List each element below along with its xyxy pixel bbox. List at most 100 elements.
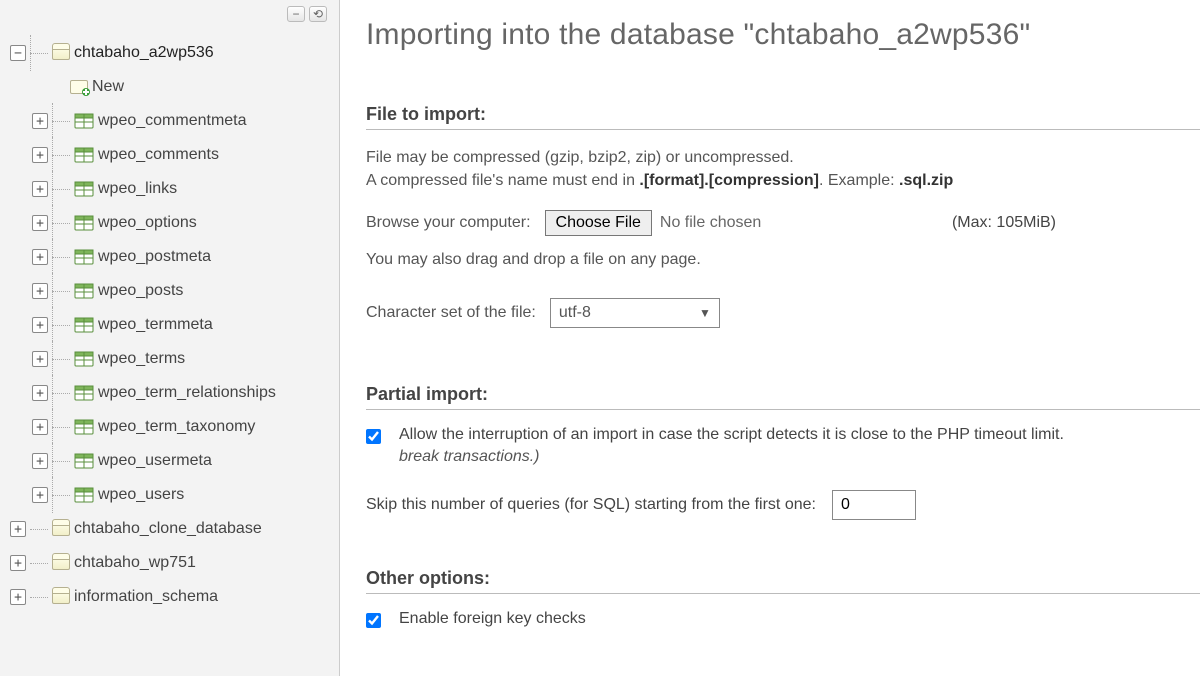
section-other-heading: Other options: bbox=[366, 568, 1200, 594]
expander-plus-icon[interactable]: + bbox=[32, 385, 48, 401]
database-icon bbox=[52, 556, 70, 570]
tree-line-icon bbox=[52, 453, 70, 469]
charset-value: utf-8 bbox=[559, 304, 591, 322]
skip-label: Skip this number of queries (for SQL) st… bbox=[366, 496, 816, 514]
dragdrop-text: You may also drag and drop a file on any… bbox=[366, 248, 1200, 271]
tree-table-label: wpeo_postmeta bbox=[98, 248, 211, 266]
expander-plus-icon[interactable]: + bbox=[32, 487, 48, 503]
expander-plus-icon[interactable]: + bbox=[32, 419, 48, 435]
new-table-icon bbox=[70, 80, 88, 94]
table-icon bbox=[74, 112, 94, 130]
tree-line-icon bbox=[52, 385, 70, 401]
section-file-heading: File to import: bbox=[366, 104, 1200, 130]
tree-db-row[interactable]: + chtabaho_wp751 bbox=[10, 546, 333, 580]
database-icon bbox=[52, 590, 70, 604]
expander-plus-icon[interactable]: + bbox=[10, 589, 26, 605]
expander-plus-icon[interactable]: + bbox=[32, 453, 48, 469]
allow-interrupt-checkbox[interactable] bbox=[366, 429, 381, 444]
tree-db-selected[interactable]: − chtabaho_a2wp536 bbox=[10, 36, 333, 70]
file-format-bold: .[format].[compression] bbox=[639, 172, 819, 189]
expander-plus-icon[interactable]: + bbox=[32, 181, 48, 197]
table-icon bbox=[74, 384, 94, 402]
skip-queries-row: Skip this number of queries (for SQL) st… bbox=[366, 490, 1200, 520]
expander-plus-icon[interactable]: + bbox=[32, 215, 48, 231]
tree-table-label: wpeo_users bbox=[98, 486, 184, 504]
tree-table-label: wpeo_options bbox=[98, 214, 197, 232]
file-desc-line1: File may be compressed (gzip, bzip2, zip… bbox=[366, 146, 1200, 169]
tree-table-row[interactable]: +wpeo_comments bbox=[10, 138, 333, 172]
page-title-text: Importing into the database bbox=[366, 18, 744, 51]
table-icon bbox=[74, 486, 94, 504]
database-icon bbox=[52, 46, 70, 60]
tree-line-icon bbox=[52, 147, 70, 163]
table-icon bbox=[74, 316, 94, 334]
browse-row: Browse your computer: Choose File No fil… bbox=[366, 210, 1200, 236]
tree-table-label: wpeo_posts bbox=[98, 282, 183, 300]
database-tree: − chtabaho_a2wp536 New bbox=[10, 36, 333, 614]
tree-db-label: chtabaho_wp751 bbox=[74, 554, 196, 572]
tree-line-icon bbox=[52, 181, 70, 197]
main-panel: Importing into the database "chtabaho_a2… bbox=[340, 0, 1200, 676]
table-icon bbox=[74, 452, 94, 470]
table-icon bbox=[74, 418, 94, 436]
tree-table-row[interactable]: + wpeo_posts bbox=[10, 274, 333, 308]
fk-checkbox[interactable] bbox=[366, 613, 381, 628]
expander-plus-icon[interactable]: + bbox=[10, 555, 26, 571]
navigation-sidebar: − ⟲ − chtabaho_a2wp536 bbox=[0, 0, 340, 676]
tree-line-icon bbox=[30, 555, 48, 571]
choose-file-button[interactable]: Choose File bbox=[545, 210, 652, 236]
page-title: Importing into the database "chtabaho_a2… bbox=[366, 18, 1200, 52]
table-icon bbox=[74, 146, 94, 164]
tree-line-icon bbox=[52, 113, 70, 129]
tree-new-label: New bbox=[92, 78, 124, 96]
charset-row: Character set of the file: utf-8 ▼ bbox=[366, 298, 1200, 328]
tree-table-label: wpeo_terms bbox=[98, 350, 185, 368]
tree-line-icon bbox=[52, 419, 70, 435]
table-icon bbox=[74, 282, 94, 300]
expander-plus-icon[interactable]: + bbox=[32, 283, 48, 299]
expander-plus-icon[interactable]: + bbox=[32, 249, 48, 265]
fk-label: Enable foreign key checks bbox=[399, 610, 586, 628]
tree-table-label: wpeo_usermeta bbox=[98, 452, 212, 470]
expander-plus-icon[interactable]: + bbox=[10, 521, 26, 537]
tree-table-row[interactable]: + wpeo_term_relationships bbox=[10, 376, 333, 410]
allow-interrupt-row: Allow the interruption of an import in c… bbox=[366, 426, 1200, 466]
table-icon bbox=[74, 214, 94, 232]
tree-table-row[interactable]: + wpeo_usermeta bbox=[10, 444, 333, 478]
tree-table-row[interactable]: + wpeo_commentmeta bbox=[10, 104, 333, 138]
tree-table-row[interactable]: +wpeo_links bbox=[10, 172, 333, 206]
expander-plus-icon[interactable]: + bbox=[32, 147, 48, 163]
collapse-all-icon[interactable]: − bbox=[287, 6, 305, 22]
tree-table-row[interactable]: + wpeo_termmeta bbox=[10, 308, 333, 342]
link-icon[interactable]: ⟲ bbox=[309, 6, 327, 22]
chevron-down-icon: ▼ bbox=[699, 306, 711, 320]
tree-line-icon bbox=[52, 351, 70, 367]
expander-minus-icon[interactable]: − bbox=[10, 45, 26, 61]
tree-line-icon bbox=[52, 215, 70, 231]
database-icon bbox=[52, 522, 70, 536]
skip-input[interactable] bbox=[832, 490, 916, 520]
table-icon bbox=[74, 248, 94, 266]
no-file-text: No file chosen bbox=[660, 214, 761, 232]
tree-db-row[interactable]: + chtabaho_clone_database bbox=[10, 512, 333, 546]
allow-interrupt-tail: break transactions.) bbox=[399, 448, 1064, 466]
tree-table-row[interactable]: + wpeo_postmeta bbox=[10, 240, 333, 274]
tree-db-label: chtabaho_clone_database bbox=[74, 520, 262, 538]
tree-table-row[interactable]: + wpeo_users bbox=[10, 478, 333, 512]
tree-db-row[interactable]: + information_schema bbox=[10, 580, 333, 614]
tree-table-row[interactable]: + wpeo_terms bbox=[10, 342, 333, 376]
tree-table-row[interactable]: +wpeo_term_taxonomy bbox=[10, 410, 333, 444]
expander-plus-icon[interactable]: + bbox=[32, 351, 48, 367]
tree-new-item[interactable]: New bbox=[10, 70, 333, 104]
tree-db-label: information_schema bbox=[74, 588, 218, 606]
tree-table-row[interactable]: + wpeo_options bbox=[10, 206, 333, 240]
section-partial-heading: Partial import: bbox=[366, 384, 1200, 410]
tree-table-label: wpeo_term_relationships bbox=[98, 384, 276, 402]
expander-plus-icon[interactable]: + bbox=[32, 113, 48, 129]
charset-select[interactable]: utf-8 ▼ bbox=[550, 298, 720, 328]
tree-table-label: wpeo_termmeta bbox=[98, 316, 213, 334]
tree-table-label: wpeo_commentmeta bbox=[98, 112, 247, 130]
expander-plus-icon[interactable]: + bbox=[32, 317, 48, 333]
tree-line-icon bbox=[30, 45, 48, 61]
tree-line-icon bbox=[52, 249, 70, 265]
